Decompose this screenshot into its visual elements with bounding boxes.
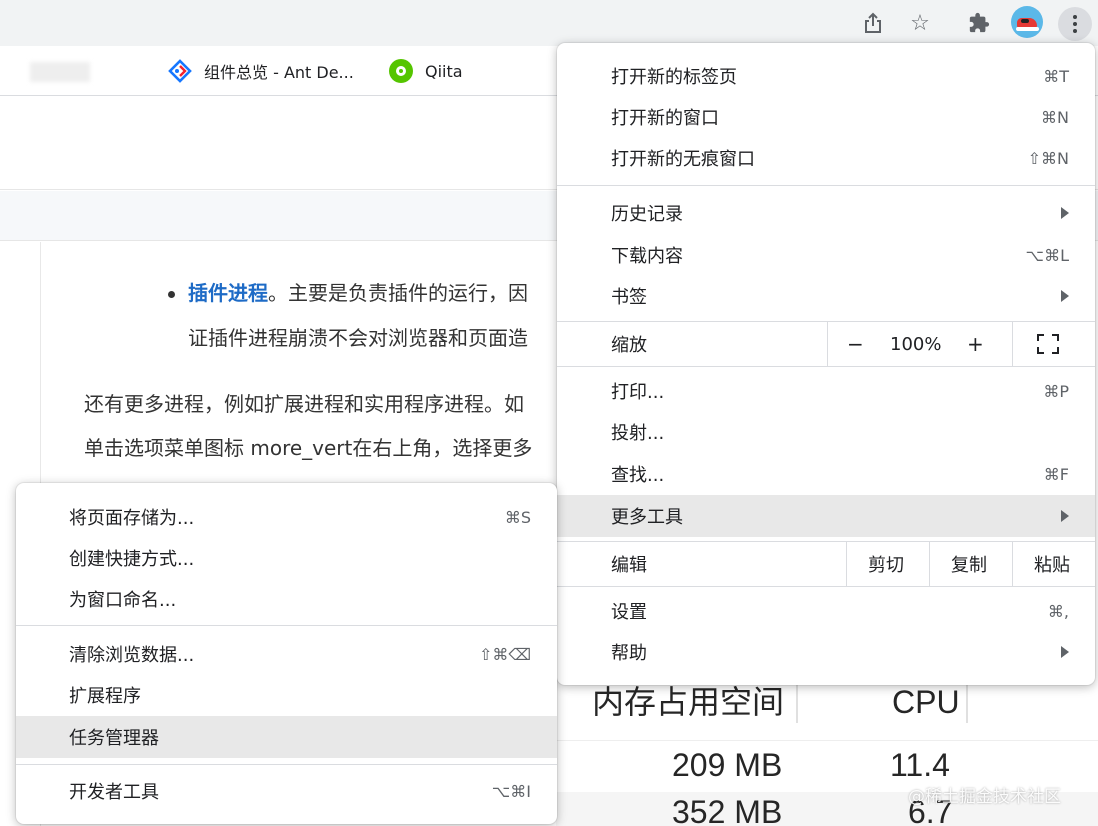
menu-item-task-manager[interactable]: 任务管理器 (16, 716, 557, 758)
more-vert-menu-icon[interactable] (1058, 7, 1092, 41)
bookmark-star-icon[interactable]: ☆ (905, 8, 935, 38)
more-tools-submenu: 将页面存储为... ⌘S 创建快捷方式... 为窗口命名... 清除浏览数据..… (16, 483, 557, 824)
menu-item-new-tab[interactable]: 打开新的标签页 ⌘T (557, 56, 1095, 96)
share-icon[interactable] (858, 8, 888, 38)
menu-item-find[interactable]: 查找... ⌘F (557, 454, 1095, 494)
shortcut: ⌘S (504, 507, 531, 527)
table-cell-cpu: 11.4 (890, 747, 950, 783)
column-header-cpu[interactable]: CPU (892, 686, 960, 718)
blurred-bookmark (30, 62, 90, 82)
shortcut: ⇧⌘⌫ (478, 644, 531, 664)
bookmark-label: 组件总览 - Ant De... (204, 63, 354, 82)
chevron-right-icon (1061, 290, 1069, 302)
zoom-out-button[interactable]: − (847, 332, 864, 356)
menu-item-bookmarks[interactable]: 书签 (557, 276, 1095, 316)
article-line: 还有更多进程，例如扩展进程和实用程序进程。如 (84, 392, 524, 416)
zoom-in-button[interactable]: + (967, 332, 984, 356)
shortcut: ⌘P (1043, 381, 1069, 401)
cut-button[interactable]: 剪切 (868, 551, 904, 577)
menu-item-clear-browsing-data[interactable]: 清除浏览数据... ⇧⌘⌫ (16, 634, 557, 674)
chevron-right-icon (1061, 646, 1069, 658)
column-header-memory[interactable]: 内存占用空间 (592, 686, 784, 718)
menu-item-settings[interactable]: 设置 ⌘, (557, 591, 1095, 631)
edit-label: 编辑 (611, 555, 647, 576)
qiita-icon (389, 59, 413, 83)
list-bullet (168, 291, 175, 298)
menu-separator (16, 625, 557, 626)
menu-item-history[interactable]: 历史记录 (557, 193, 1095, 233)
column-divider (966, 683, 968, 723)
menu-separator (16, 764, 557, 765)
article-term: 插件进程 (188, 281, 268, 305)
shortcut: ⌘F (1043, 464, 1069, 484)
menu-separator (557, 185, 1095, 186)
zoom-label: 缩放 (611, 335, 647, 356)
menu-row-edit: 编辑 剪切 复制 粘贴 (557, 542, 1095, 586)
menu-item-save-page[interactable]: 将页面存储为... ⌘S (16, 497, 557, 537)
zoom-level: 100% (890, 333, 942, 355)
menu-item-create-shortcut[interactable]: 创建快捷方式... (16, 538, 557, 578)
menu-separator (557, 586, 1095, 587)
extensions-puzzle-icon[interactable] (964, 8, 994, 38)
menu-item-print[interactable]: 打印... ⌘P (557, 371, 1095, 411)
table-cell-memory: 352 MB (672, 794, 783, 826)
browser-toolbar: ☆ (0, 0, 1098, 46)
article-line: 单击选项菜单图标 more_vert在右上角，选择更多 (84, 436, 533, 460)
menu-item-name-window[interactable]: 为窗口命名... (16, 579, 557, 619)
menu-item-developer-tools[interactable]: 开发者工具 ⌥⌘I (16, 771, 557, 811)
shortcut: ⌘T (1043, 66, 1069, 86)
menu-item-cast[interactable]: 投射... (557, 412, 1095, 452)
article-line: 插件进程。主要是负责插件的运行，因 (188, 281, 528, 305)
shortcut: ⇧⌘N (1027, 148, 1069, 168)
menu-item-extensions[interactable]: 扩展程序 (16, 675, 557, 715)
article-line: 证插件进程崩溃不会对浏览器和页面造 (188, 326, 528, 350)
ant-design-icon (168, 59, 192, 83)
paste-button[interactable]: 粘贴 (1034, 551, 1070, 577)
shortcut: ⌘, (1047, 601, 1069, 621)
column-divider (796, 683, 798, 723)
chrome-main-menu: 打开新的标签页 ⌘T 打开新的窗口 ⌘N 打开新的无痕窗口 ⇧⌘N 历史记录 下… (557, 43, 1095, 685)
copy-button[interactable]: 复制 (951, 551, 987, 577)
bookmark-ant-design[interactable]: 组件总览 - Ant De... (168, 58, 354, 84)
shortcut: ⌘N (1041, 107, 1069, 127)
menu-item-new-window[interactable]: 打开新的窗口 ⌘N (557, 97, 1095, 137)
table-divider (556, 740, 1098, 741)
fullscreen-icon[interactable] (1037, 334, 1059, 354)
bookmark-label: Qiita (425, 61, 463, 81)
menu-item-more-tools[interactable]: 更多工具 (557, 495, 1095, 537)
menu-item-new-incognito[interactable]: 打开新的无痕窗口 ⇧⌘N (557, 138, 1095, 178)
menu-separator (557, 366, 1095, 367)
menu-row-zoom: 缩放 − 100% + (557, 322, 1095, 366)
menu-item-help[interactable]: 帮助 (557, 632, 1095, 672)
watermark: @稀土掘金技术社区 (908, 787, 1061, 807)
chevron-right-icon (1061, 207, 1069, 219)
shortcut: ⌥⌘I (491, 781, 531, 801)
bookmark-qiita[interactable]: Qiita (389, 58, 463, 84)
profile-avatar[interactable] (1011, 6, 1043, 38)
shortcut: ⌥⌘L (1025, 245, 1069, 265)
chevron-right-icon (1061, 510, 1069, 522)
table-cell-memory: 209 MB (672, 747, 783, 783)
menu-item-downloads[interactable]: 下载内容 ⌥⌘L (557, 235, 1095, 275)
